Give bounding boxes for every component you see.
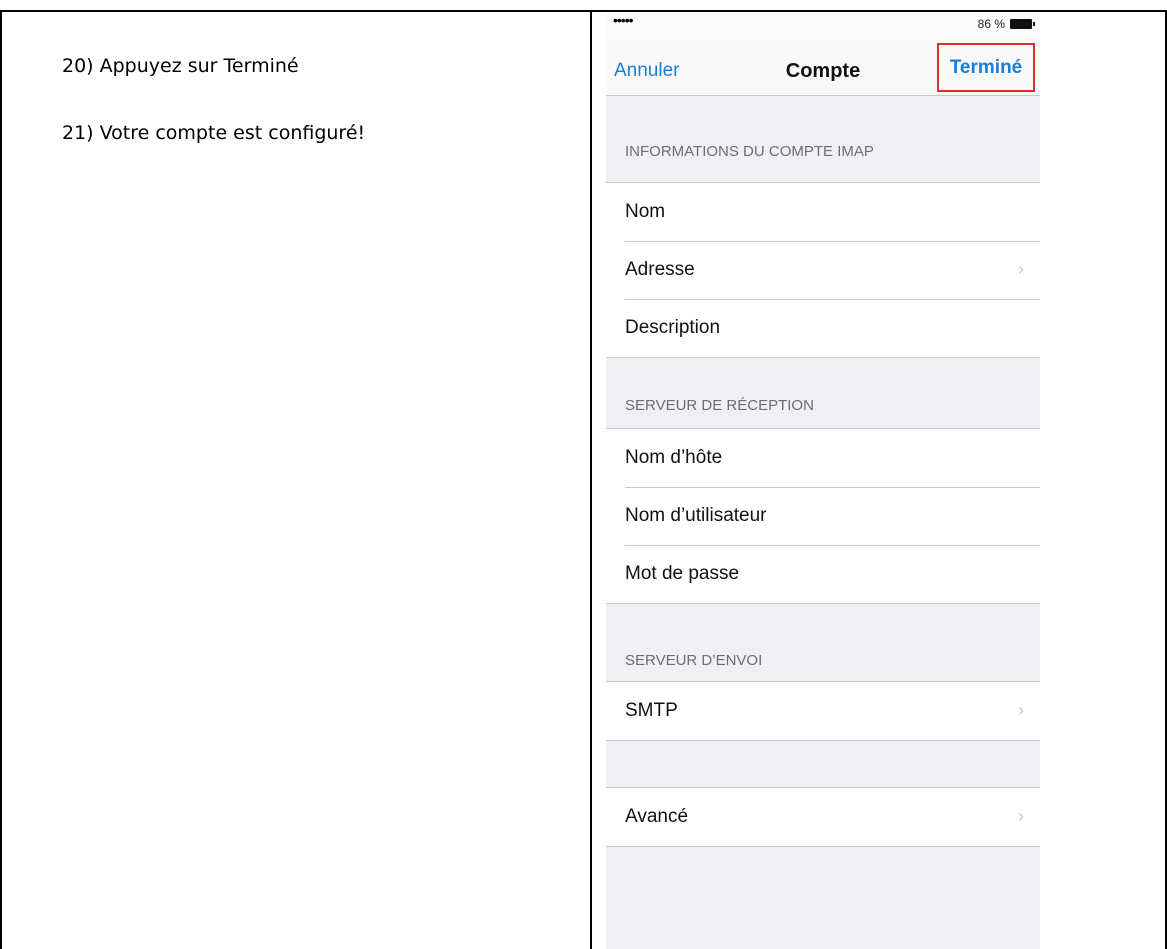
row-label: Nom	[625, 201, 666, 222]
row-hostname[interactable]: Nom d’hôte	[606, 429, 1040, 487]
row-description[interactable]: Description	[606, 299, 1040, 357]
chevron-right-icon: ›	[1018, 700, 1024, 720]
row-address[interactable]: Adresse ›	[606, 241, 1040, 299]
incoming-server-group: Nom d’hôte Nom d’utilisateur Mot de pass…	[606, 428, 1040, 604]
battery-percentage: 86 %	[977, 17, 1005, 31]
phone-screenshot: ••••• 86 % Annuler Compte Terminé INFORM…	[606, 12, 1040, 949]
row-label: Adresse	[625, 259, 695, 280]
advanced-group: Avancé ›	[606, 787, 1040, 847]
section-header-incoming-server: SERVEUR DE RÉCEPTION	[625, 397, 814, 414]
outgoing-server-group: SMTP ›	[606, 681, 1040, 741]
instruction-step: 20) Appuyez sur Terminé	[62, 55, 299, 77]
row-advanced[interactable]: Avancé ›	[606, 788, 1040, 846]
instructions-cell: 20) Appuyez sur Terminé 21) Votre compte…	[62, 55, 562, 189]
row-password[interactable]: Mot de passe	[606, 545, 1040, 603]
section-header-imap-account: INFORMATIONS DU COMPTE IMAP	[625, 143, 874, 160]
row-username[interactable]: Nom d’utilisateur	[606, 487, 1040, 545]
cancel-button[interactable]: Annuler	[614, 60, 680, 82]
section-header-outgoing-server: SERVEUR D’ENVOI	[625, 652, 763, 669]
row-name[interactable]: Nom	[606, 183, 1040, 241]
row-label: Description	[625, 317, 721, 338]
signal-strength-icon: •••••	[613, 12, 633, 28]
instruction-step: 21) Votre compte est configuré!	[62, 122, 366, 144]
row-smtp[interactable]: SMTP ›	[606, 682, 1040, 740]
battery-indicator: 86 %	[977, 17, 1035, 31]
done-button[interactable]: Terminé	[937, 43, 1035, 92]
chevron-right-icon: ›	[1018, 806, 1024, 826]
chevron-right-icon: ›	[1018, 259, 1024, 279]
document-table: 20) Appuyez sur Terminé 21) Votre compte…	[0, 0, 1167, 949]
row-label: Nom d’utilisateur	[625, 505, 767, 526]
row-label: Nom d’hôte	[625, 447, 723, 468]
status-bar: ••••• 86 %	[606, 12, 1040, 40]
imap-account-group: Nom Adresse › Description	[606, 182, 1040, 358]
row-label: SMTP	[625, 700, 678, 721]
table-cell-divider	[590, 10, 592, 949]
battery-icon	[1010, 19, 1035, 29]
table-border-left	[0, 10, 2, 949]
navigation-bar: Annuler Compte Terminé	[606, 40, 1040, 96]
row-label: Avancé	[625, 806, 689, 827]
row-label: Mot de passe	[625, 563, 740, 584]
